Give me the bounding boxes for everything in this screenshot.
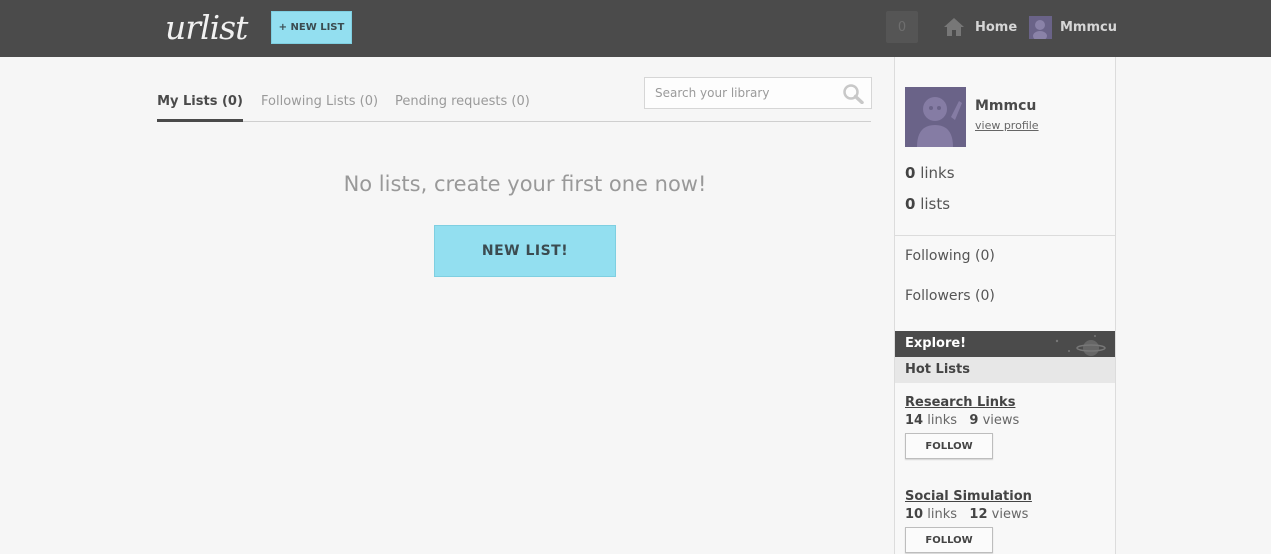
hot-list-title[interactable]: Social Simulation [905, 489, 1105, 504]
search-input[interactable] [645, 86, 835, 100]
links-stat: 0 links [905, 164, 955, 182]
explore-header: Explore! [895, 331, 1115, 357]
hot-list-links-count: 10 [905, 507, 924, 522]
home-icon [944, 18, 964, 36]
library-search [644, 77, 872, 109]
hot-list-links-label: links [927, 507, 957, 522]
hot-list-views-count: 9 [969, 413, 979, 428]
tab-following-lists[interactable]: Following Lists (0) [261, 84, 378, 122]
user-menu[interactable]: Mmmcu [1029, 15, 1117, 39]
profile-sidebar: Mmmcu view profile 0 links 0 lists Follo… [894, 57, 1116, 554]
hot-list-stats: 14 links 9 views [905, 413, 1105, 428]
view-profile-link[interactable]: view profile [975, 119, 1039, 132]
home-label: Home [975, 19, 1018, 35]
lists-label: lists [920, 195, 951, 213]
followers-label: Followers [905, 288, 971, 304]
hot-list-views-label: views [982, 413, 1020, 428]
new-list-button[interactable]: + NEW LIST [271, 11, 352, 44]
followers-link[interactable]: Followers (0) [905, 288, 995, 304]
avatar [1029, 15, 1052, 39]
links-label: links [920, 164, 955, 182]
following-count: 0 [980, 248, 990, 264]
profile-avatar[interactable] [905, 87, 966, 147]
hot-list-item: Social Simulation 10 links 12 views FOLL… [905, 489, 1105, 553]
hot-list-views-count: 12 [969, 507, 988, 522]
follow-button[interactable]: FOLLOW [905, 433, 993, 459]
hot-list-links-count: 14 [905, 413, 924, 428]
following-label: Following [905, 248, 971, 264]
urlist-logo[interactable]: urlist [165, 8, 248, 48]
lists-stat: 0 lists [905, 195, 950, 213]
hot-list-stats: 10 links 12 views [905, 507, 1105, 522]
username-label: Mmmcu [1060, 19, 1117, 35]
tab-pending-requests[interactable]: Pending requests (0) [395, 84, 530, 122]
links-count: 0 [905, 164, 916, 182]
notifications-counter[interactable]: 0 [886, 11, 918, 43]
hot-list-views-label: views [991, 507, 1029, 522]
profile-name: Mmmcu [975, 98, 1037, 114]
search-icon[interactable] [842, 84, 864, 104]
following-link[interactable]: Following (0) [905, 248, 995, 264]
top-navigation-bar: urlist + NEW LIST 0 Home Mmmcu [0, 0, 1271, 57]
create-list-button[interactable]: NEW LIST! [434, 225, 616, 277]
planet-icon [1055, 335, 1106, 356]
tab-my-lists[interactable]: My Lists (0) [157, 84, 243, 122]
explore-label: Explore! [905, 336, 967, 351]
lists-count: 0 [905, 195, 916, 213]
hot-list-title[interactable]: Research Links [905, 395, 1105, 410]
hot-list-links-label: links [927, 413, 957, 428]
hot-lists-header: Hot Lists [895, 357, 1115, 383]
followers-count: 0 [980, 288, 990, 304]
follow-button[interactable]: FOLLOW [905, 527, 993, 553]
sidebar-divider [895, 235, 1115, 236]
home-link[interactable]: Home [943, 16, 1017, 38]
empty-state-message: No lists, create your first one now! [343, 172, 707, 196]
hot-list-item: Research Links 14 links 9 views FOLLOW [905, 395, 1105, 459]
